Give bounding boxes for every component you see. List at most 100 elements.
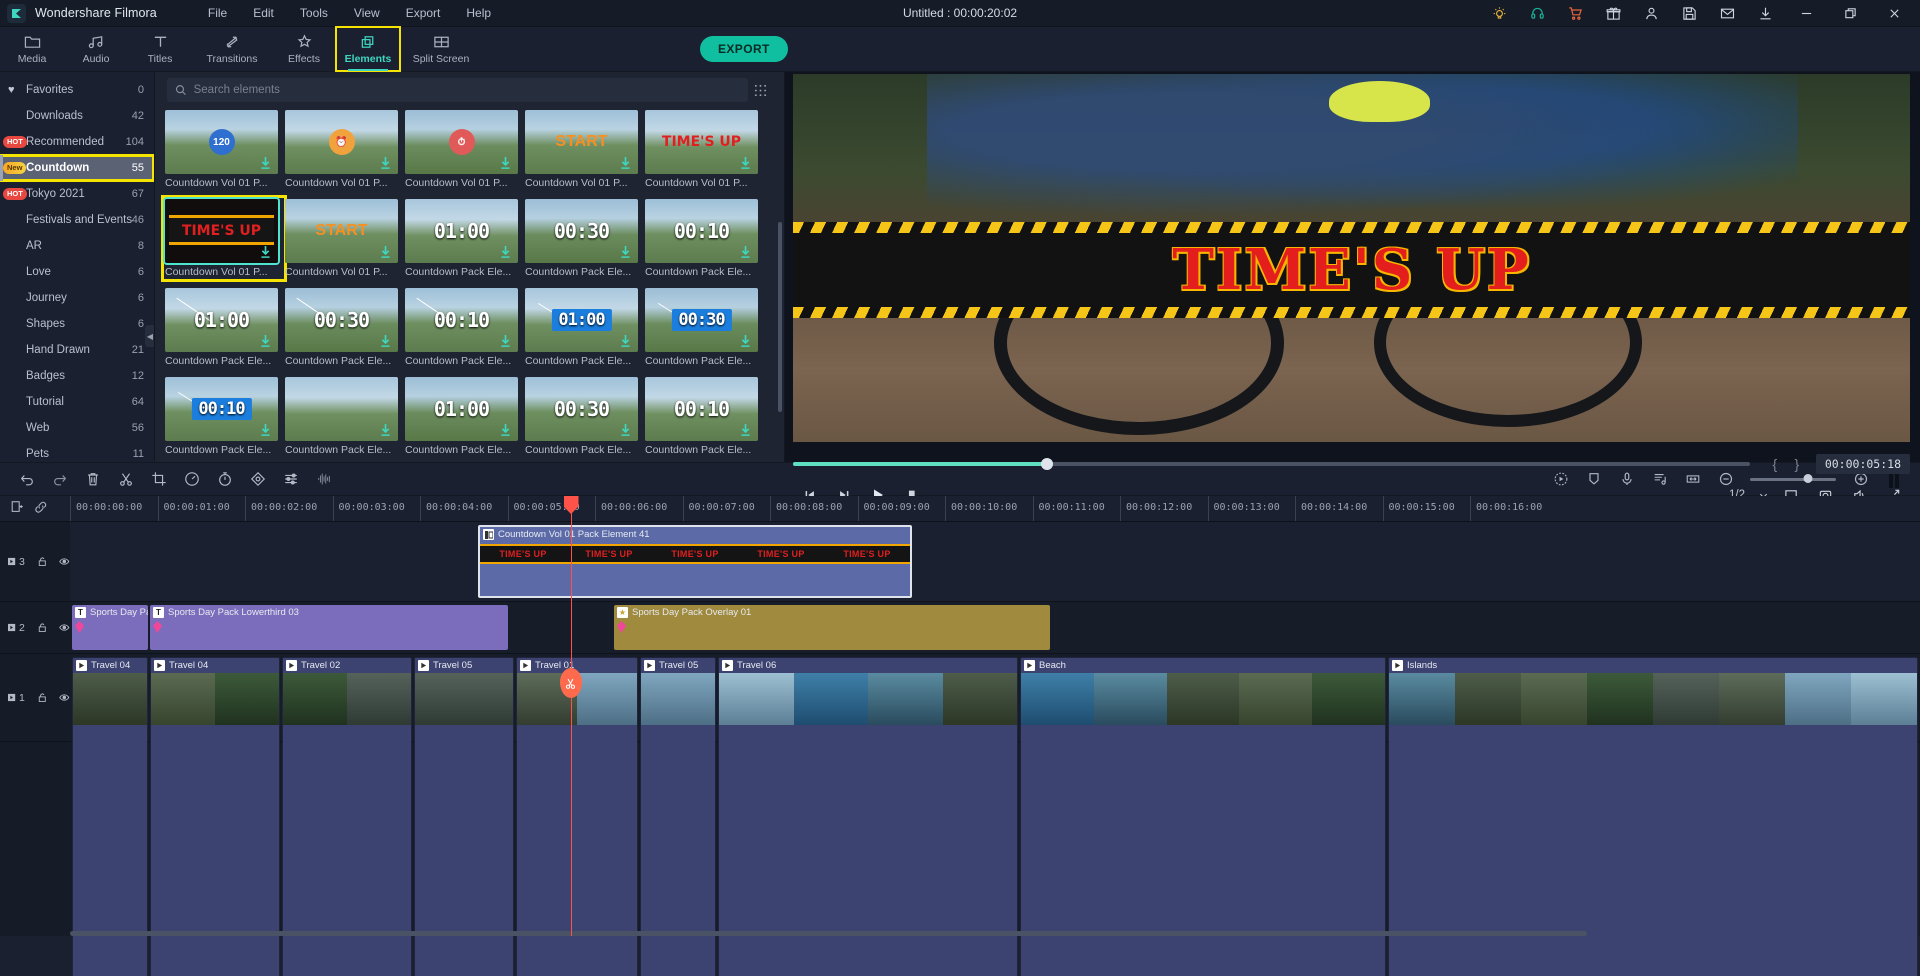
save-icon[interactable] xyxy=(1670,0,1708,27)
eye-icon[interactable] xyxy=(59,555,70,568)
item-thumbnail[interactable] xyxy=(285,377,398,441)
timeline-clip[interactable]: Travel 04 xyxy=(150,657,280,976)
keyframe-marker[interactable] xyxy=(617,621,626,633)
menu-file[interactable]: File xyxy=(195,3,240,23)
link-icon[interactable] xyxy=(34,500,48,519)
sidebar-item-favorites[interactable]: ♥ Favorites 0 xyxy=(0,77,154,103)
library-item[interactable]: 00:30 Countdown Pack Ele... xyxy=(645,288,763,367)
minimize-button[interactable] xyxy=(1784,0,1828,27)
sidebar-item-journey[interactable]: Journey 6 xyxy=(0,285,154,311)
library-item[interactable]: 00:10 Countdown Pack Ele... xyxy=(645,199,763,278)
tab-titles[interactable]: Titles xyxy=(128,27,192,71)
sidebar-collapse-icon[interactable]: ◀ xyxy=(145,325,154,347)
sidebar-item-downloads[interactable]: Downloads 42 xyxy=(0,103,154,129)
menu-help[interactable]: Help xyxy=(453,3,504,23)
library-scrollbar[interactable] xyxy=(778,222,782,412)
library-item[interactable]: ⏱ Countdown Vol 01 P... xyxy=(405,110,523,189)
download-icon[interactable] xyxy=(259,156,272,170)
eye-icon[interactable] xyxy=(59,621,70,634)
download-icon[interactable] xyxy=(499,245,512,259)
restore-button[interactable] xyxy=(1828,0,1872,27)
keyframe-marker[interactable] xyxy=(75,621,84,633)
sidebar-item-badges[interactable]: Badges 12 xyxy=(0,363,154,389)
download-icon[interactable] xyxy=(499,156,512,170)
timeline-clip[interactable]: T Sports Day Pa xyxy=(72,605,148,650)
download-icon[interactable] xyxy=(739,156,752,170)
timeline-clip[interactable]: Beach xyxy=(1020,657,1386,976)
library-item[interactable]: 01:00 Countdown Pack Ele... xyxy=(525,288,643,367)
library-item[interactable]: 00:30 Countdown Pack Ele... xyxy=(525,377,643,456)
tab-effects[interactable]: Effects xyxy=(272,27,336,71)
item-thumbnail[interactable]: 00:30 xyxy=(525,377,638,441)
download-icon[interactable] xyxy=(619,334,632,348)
speed-icon[interactable] xyxy=(175,466,208,492)
item-thumbnail[interactable]: ⏱ xyxy=(405,110,518,174)
menu-edit[interactable]: Edit xyxy=(240,3,287,23)
track-body[interactable]: Travel 04 Travel 04 Travel 02 Travel 05 Trav… xyxy=(70,654,1920,976)
account-icon[interactable] xyxy=(1632,0,1670,27)
keyframe-marker[interactable] xyxy=(153,621,162,633)
crop-icon[interactable] xyxy=(142,466,175,492)
timeline-clip[interactable]: Countdown Vol 01 Pack Element 41 TIME'S U… xyxy=(478,525,912,598)
cart-icon[interactable] xyxy=(1556,0,1594,27)
close-button[interactable] xyxy=(1872,0,1916,27)
tab-audio[interactable]: Audio xyxy=(64,27,128,71)
mark-in-button[interactable]: { xyxy=(1764,456,1786,472)
timeline-clip[interactable]: Travel 01 xyxy=(516,657,638,976)
item-thumbnail[interactable]: 00:30 xyxy=(645,288,758,352)
sidebar-item-tutorial[interactable]: Tutorial 64 xyxy=(0,389,154,415)
item-thumbnail[interactable]: 00:30 xyxy=(525,199,638,263)
track-body[interactable]: T Sports Day Pa T Sports Day Pack Lowerthir… xyxy=(70,602,1920,653)
color-match-icon[interactable] xyxy=(241,466,274,492)
timer-icon[interactable] xyxy=(208,466,241,492)
item-thumbnail[interactable]: 01:00 xyxy=(165,288,278,352)
preview-progress-bar[interactable] xyxy=(793,458,1750,470)
timeline-clip[interactable]: Travel 04 xyxy=(72,657,148,976)
timeline-clip[interactable]: Travel 06 xyxy=(718,657,1018,976)
timeline-hscroll[interactable] xyxy=(70,931,1920,936)
menu-tools[interactable]: Tools xyxy=(287,3,341,23)
sidebar-item-ar[interactable]: AR 8 xyxy=(0,233,154,259)
lightbulb-icon[interactable] xyxy=(1480,0,1518,27)
item-thumbnail[interactable]: 00:10 xyxy=(645,377,758,441)
progress-handle[interactable] xyxy=(1040,458,1053,470)
export-button[interactable]: EXPORT xyxy=(700,36,788,62)
track-body[interactable]: Countdown Vol 01 Pack Element 41 TIME'S U… xyxy=(70,522,1920,601)
sidebar-item-pets[interactable]: Pets 11 xyxy=(0,441,154,462)
item-thumbnail[interactable]: START xyxy=(525,110,638,174)
unlock-icon[interactable] xyxy=(37,621,48,634)
undo-icon[interactable] xyxy=(10,466,43,492)
download-icon[interactable] xyxy=(379,245,392,259)
library-item[interactable]: ⏰ Countdown Vol 01 P... xyxy=(285,110,403,189)
item-thumbnail[interactable]: 01:00 xyxy=(405,377,518,441)
timeline-clip[interactable]: T Sports Day Pack Lowerthird 03 xyxy=(150,605,508,650)
item-thumbnail[interactable]: TIME'S UP xyxy=(645,110,758,174)
redo-icon[interactable] xyxy=(43,466,76,492)
mail-icon[interactable] xyxy=(1708,0,1746,27)
download-icon[interactable] xyxy=(1746,0,1784,27)
library-item[interactable]: START Countdown Vol 01 P... xyxy=(285,199,403,278)
download-icon[interactable] xyxy=(619,156,632,170)
tab-elements[interactable]: Elements xyxy=(335,26,401,72)
timeline-clip[interactable]: Travel 05 xyxy=(414,657,514,976)
library-item[interactable]: 00:30 Countdown Pack Ele... xyxy=(525,199,643,278)
grid-view-icon[interactable] xyxy=(748,84,772,97)
timeline-clip[interactable]: Travel 02 xyxy=(282,657,412,976)
item-thumbnail[interactable]: 00:10 xyxy=(165,377,278,441)
sidebar-item-tokyo-2021[interactable]: HOT Tokyo 2021 67 xyxy=(0,181,154,207)
menu-view[interactable]: View xyxy=(341,3,393,23)
download-icon[interactable] xyxy=(379,423,392,437)
library-item[interactable]: 00:10 Countdown Pack Ele... xyxy=(405,288,523,367)
item-thumbnail[interactable]: ⏰ xyxy=(285,110,398,174)
timeline-clip[interactable]: Travel 05 xyxy=(640,657,716,976)
item-thumbnail[interactable]: 120 xyxy=(165,110,278,174)
item-thumbnail[interactable]: 00:10 xyxy=(405,288,518,352)
download-icon[interactable] xyxy=(379,156,392,170)
add-media-icon[interactable] xyxy=(10,500,24,519)
item-thumbnail[interactable]: START xyxy=(285,199,398,263)
library-item[interactable]: 00:30 Countdown Pack Ele... xyxy=(285,288,403,367)
library-item[interactable]: 00:10 Countdown Pack Ele... xyxy=(645,377,763,456)
timeline-clip[interactable]: Islands xyxy=(1388,657,1918,976)
item-thumbnail[interactable]: 00:30 xyxy=(285,288,398,352)
download-icon[interactable] xyxy=(259,334,272,348)
